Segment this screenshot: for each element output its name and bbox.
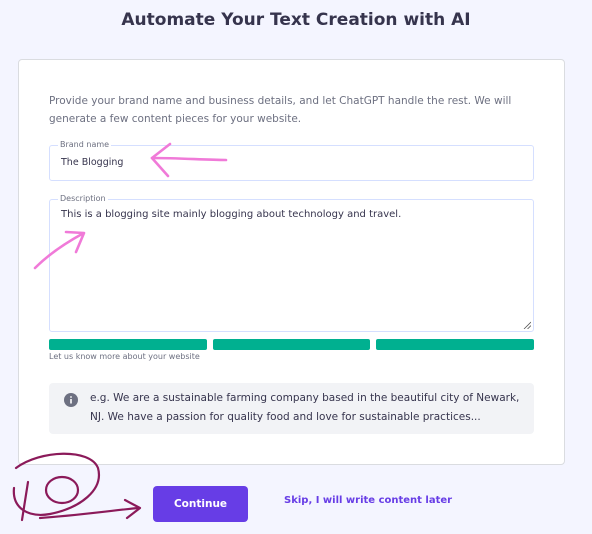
brand-name-input[interactable]: The Blogging xyxy=(61,157,123,168)
info-icon xyxy=(64,393,78,407)
content-form-card: Provide your brand name and business det… xyxy=(18,59,565,465)
description-textarea[interactable]: This is a blogging site mainly blogging … xyxy=(61,209,401,220)
description-strength-bar xyxy=(49,339,535,350)
example-text: e.g. We are a sustainable farming compan… xyxy=(90,392,520,423)
description-field[interactable]: Description This is a blogging site main… xyxy=(49,194,534,332)
brand-name-label: Brand name xyxy=(58,140,112,150)
description-label: Description xyxy=(58,194,108,204)
brand-name-field[interactable]: Brand name The Blogging xyxy=(49,140,534,181)
continue-button[interactable]: Continue xyxy=(153,486,248,522)
intro-text: Provide your brand name and business det… xyxy=(49,95,512,125)
progress-segment xyxy=(376,339,535,350)
onboarding-page: Automate Your Text Creation with AI Prov… xyxy=(0,0,592,534)
page-title: Automate Your Text Creation with AI xyxy=(121,10,471,30)
description-helper-text: Let us know more about your website xyxy=(49,352,200,361)
example-hint-box: e.g. We are a sustainable farming compan… xyxy=(49,383,534,434)
resize-handle-icon[interactable] xyxy=(523,321,531,329)
skip-link[interactable]: Skip, I will write content later xyxy=(284,495,452,506)
progress-segment xyxy=(49,339,207,350)
progress-segment xyxy=(212,339,371,350)
